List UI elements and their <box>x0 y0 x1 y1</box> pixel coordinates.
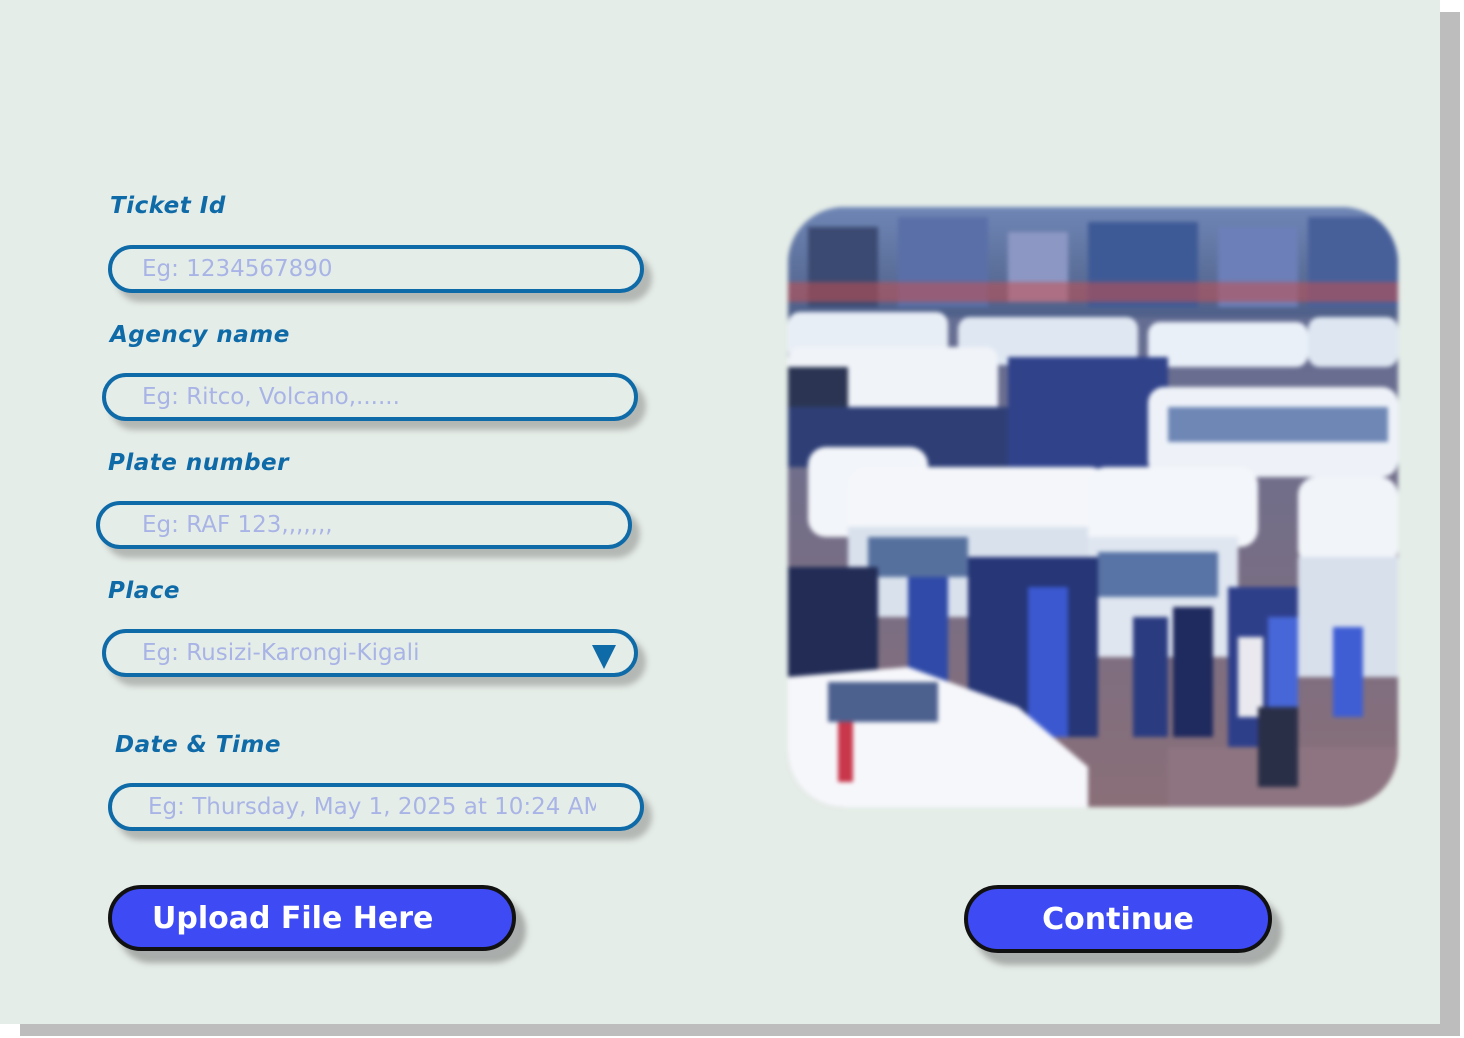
plate-number-label: Plate number <box>108 450 289 476</box>
agency-name-label: Agency name <box>110 322 290 348</box>
place-select[interactable] <box>102 629 638 677</box>
ticket-form-page: Ticket Id Agency name Plate number Place… <box>0 0 1440 1024</box>
date-time-input[interactable] <box>148 787 596 827</box>
continue-button[interactable]: Continue <box>964 885 1272 953</box>
upload-file-button[interactable]: Upload File Here <box>108 885 516 951</box>
place-input[interactable] <box>142 633 590 673</box>
plate-number-input[interactable] <box>142 505 590 545</box>
date-time-field-wrapper[interactable] <box>108 783 644 831</box>
agency-name-input[interactable] <box>142 377 590 417</box>
place-label: Place <box>108 578 180 604</box>
plate-number-field-wrapper[interactable] <box>96 501 632 549</box>
agency-name-field-wrapper[interactable] <box>102 373 638 421</box>
date-time-label: Date & Time <box>115 732 281 758</box>
bus-station-photo <box>788 207 1398 807</box>
ticket-id-field-wrapper[interactable] <box>108 245 644 293</box>
ticket-id-input[interactable] <box>142 249 590 289</box>
chevron-down-icon[interactable] <box>592 645 616 669</box>
ticket-id-label: Ticket Id <box>110 193 226 219</box>
